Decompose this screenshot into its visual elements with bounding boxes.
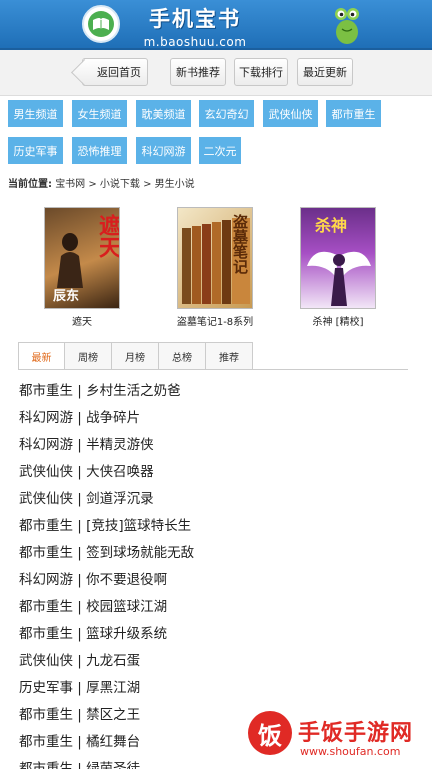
list-item[interactable]: 都市重生 | 签到球场就能无敌 (19, 541, 419, 568)
book-title[interactable]: 杀神 [精校] (298, 313, 378, 328)
list-item[interactable]: 科幻网游 | 你不要退役啊 (19, 568, 419, 595)
list-item[interactable]: 武侠仙侠 | 剑道浮沉录 (19, 487, 419, 514)
book-cover[interactable]: 盗墓笔记 (177, 207, 253, 309)
tag-acg[interactable]: 二次元 (199, 137, 241, 164)
book-card[interactable]: 盗墓笔记 盗墓笔记1-8系列 (160, 207, 270, 328)
nav-bar: 返回首页 新书推荐 下载排行 最近更新 (0, 50, 432, 96)
list-item[interactable]: 武侠仙侠 | 九龙石蛋 (19, 649, 419, 676)
download-rank-button[interactable]: 下载排行 (234, 58, 288, 86)
ranking-tabs: 最新 周榜 月榜 总榜 推荐 (18, 342, 253, 370)
book-title[interactable]: 盗墓笔记1-8系列 (160, 313, 270, 328)
tag-female-channel[interactable]: 女生频道 (72, 100, 127, 127)
tab-latest[interactable]: 最新 (18, 342, 65, 370)
list-item[interactable]: 都市重生 | 校园篮球江湖 (19, 595, 419, 622)
list-item[interactable]: 科幻网游 | 战争碎片 (19, 406, 419, 433)
tag-wuxia[interactable]: 武侠仙侠 (263, 100, 318, 127)
breadcrumb: 当前位置: 宝书网 > 小说下载 > 男生小说 (8, 175, 195, 190)
tab-recommended[interactable]: 推荐 (206, 342, 253, 370)
breadcrumb-path[interactable]: 宝书网 > 小说下载 > 男生小说 (55, 179, 194, 190)
list-item[interactable]: 都市重生 | 乡村生活之奶爸 (19, 379, 419, 406)
site-url: m.baoshuu.com (143, 35, 247, 49)
warrior-figure-icon (57, 233, 83, 288)
book-title[interactable]: 遮天 (43, 313, 121, 328)
tag-male-channel[interactable]: 男生频道 (8, 100, 63, 127)
tab-weekly[interactable]: 周榜 (65, 342, 112, 370)
tag-danmei-channel[interactable]: 耽美频道 (136, 100, 191, 127)
wings-figure-icon (307, 251, 371, 306)
site-header: 手机宝书 m.baoshuu.com (0, 0, 432, 50)
watermark-url: www.shoufan.com (300, 745, 401, 758)
tag-horror[interactable]: 恐怖推理 (72, 137, 127, 164)
tag-fantasy[interactable]: 玄幻奇幻 (199, 100, 254, 127)
site-title: 手机宝书 (149, 7, 241, 31)
list-item[interactable]: 都市重生 | [竞技]篮球特长生 (19, 514, 419, 541)
list-item[interactable]: 历史军事 | 厚黑江湖 (19, 676, 419, 703)
list-item[interactable]: 武侠仙侠 | 大侠召唤器 (19, 460, 419, 487)
breadcrumb-label: 当前位置: (8, 179, 52, 190)
frog-mascot-icon (335, 8, 359, 44)
back-home-button[interactable]: 返回首页 (82, 58, 148, 86)
book-card[interactable]: 遮天 辰东 遮天 (43, 207, 121, 328)
watermark-logo: 饭 手饭手游网 www.shoufan.com (248, 711, 428, 767)
back-home-label: 返回首页 (97, 66, 141, 79)
tag-urban[interactable]: 都市重生 (326, 100, 381, 127)
cover-title: 杀神 (315, 216, 348, 235)
tab-monthly[interactable]: 月榜 (112, 342, 159, 370)
book-cover[interactable]: 遮天 辰东 (44, 207, 120, 309)
cover-title: 遮天 (95, 214, 120, 258)
watermark-glyph: 饭 (248, 711, 292, 755)
book-logo-icon[interactable] (82, 5, 120, 43)
new-books-button[interactable]: 新书推荐 (170, 58, 226, 86)
watermark-text: 手饭手游网 (298, 721, 414, 746)
tab-total[interactable]: 总榜 (159, 342, 206, 370)
list-item[interactable]: 科幻网游 | 半精灵游侠 (19, 433, 419, 460)
recent-updates-button[interactable]: 最近更新 (297, 58, 353, 86)
cover-title: 盗墓笔记 (231, 214, 249, 274)
book-card[interactable]: 杀神 杀神 [精校] (298, 207, 378, 328)
tag-history[interactable]: 历史军事 (8, 137, 63, 164)
tab-divider (18, 369, 408, 370)
book-cover[interactable]: 杀神 (300, 207, 376, 309)
list-item[interactable]: 都市重生 | 篮球升级系统 (19, 622, 419, 649)
tag-scifi[interactable]: 科幻网游 (136, 137, 191, 164)
brand[interactable]: 手机宝书 m.baoshuu.com (130, 3, 260, 49)
